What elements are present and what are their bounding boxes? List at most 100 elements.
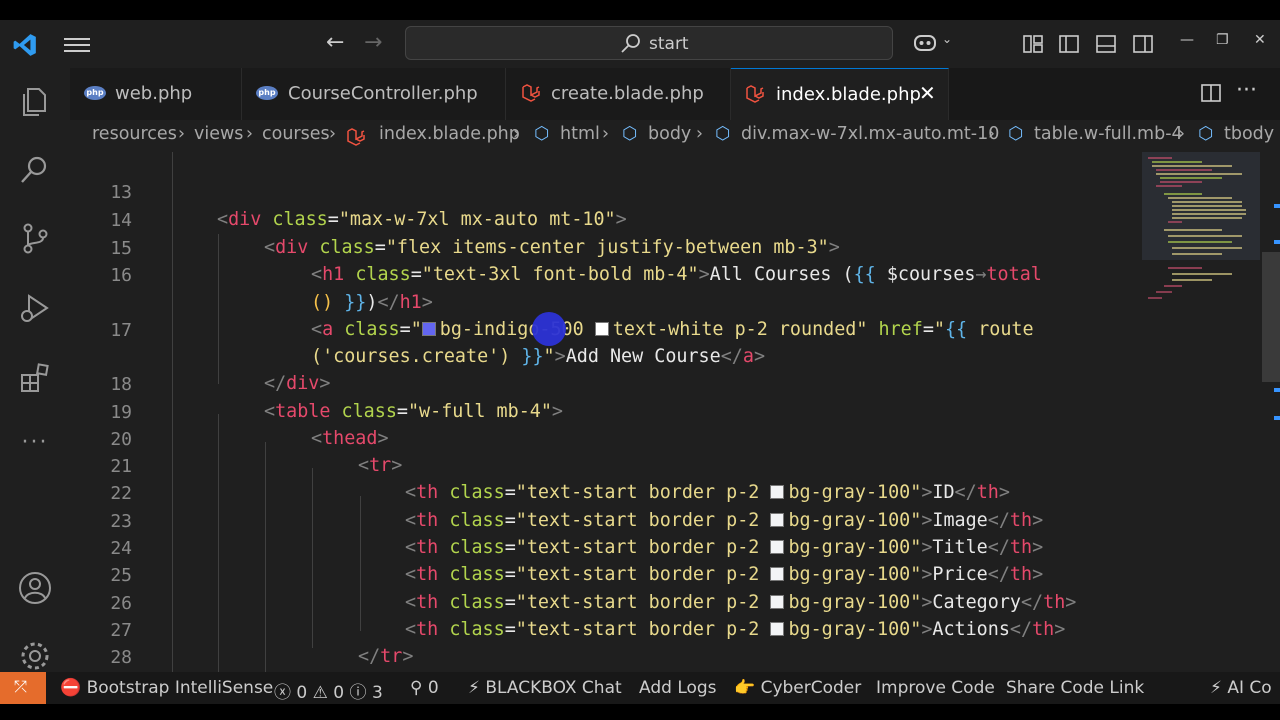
lightning-icon: ⚡ xyxy=(1210,678,1222,698)
line-number: 20 xyxy=(110,429,132,450)
color-swatch-gray[interactable] xyxy=(770,595,785,609)
settings-gear-icon[interactable] xyxy=(17,638,53,674)
tab-index-blade-php[interactable]: index.blade.php ✕ xyxy=(731,68,949,120)
bootstrap-label: Bootstrap IntelliSense xyxy=(86,678,274,698)
vscode-window: ← → start ⌄ — ❐ ✕ ··· php web.php php Co… xyxy=(0,20,1280,704)
more-actions-icon[interactable]: ··· xyxy=(1236,78,1257,103)
close-tab-icon[interactable]: ✕ xyxy=(919,81,936,105)
php-icon: php xyxy=(84,86,106,100)
code-line-22: <th class="text-start border p-2 bg-gray… xyxy=(405,482,1010,503)
more-icon[interactable]: ··· xyxy=(17,430,53,466)
code-line-24: <th class="text-start border p-2 bg-gray… xyxy=(405,537,1044,558)
source-control-icon[interactable] xyxy=(17,220,53,256)
scroll-marker xyxy=(1274,240,1280,244)
color-swatch-gray[interactable] xyxy=(770,513,785,527)
bootstrap-intellisense-item[interactable]: ⛔ Bootstrap IntelliSense xyxy=(60,678,273,698)
line-number: 14 xyxy=(110,210,132,231)
line-number: 15 xyxy=(110,238,132,259)
info-icon: ⓘ xyxy=(349,683,367,703)
lightning-icon: ⚡ xyxy=(468,678,480,698)
editor-tabs: php web.php php CourseController.php cre… xyxy=(70,68,1280,120)
color-swatch-indigo[interactable] xyxy=(421,322,436,336)
breadcrumb-item[interactable]: div.max-w-7xl.mx-auto.mt-10 xyxy=(741,124,999,144)
breadcrumb-item[interactable]: courses xyxy=(262,124,330,144)
tab-web-php[interactable]: php web.php xyxy=(70,68,242,120)
cybercoder-item[interactable]: 👉 CyberCoder xyxy=(734,678,861,698)
color-swatch-white[interactable] xyxy=(594,322,609,336)
minimap[interactable] xyxy=(1142,152,1260,672)
laravel-icon xyxy=(746,85,764,103)
search-sidebar-icon[interactable] xyxy=(17,152,53,188)
search-icon xyxy=(621,34,640,53)
code-line-16-wrap: () }})</h1> xyxy=(311,292,433,313)
breadcrumb-item[interactable]: resources xyxy=(92,124,177,144)
extensions-icon[interactable] xyxy=(17,360,53,396)
tab-create-blade-php[interactable]: create.blade.php xyxy=(506,68,731,120)
scroll-marker xyxy=(1274,388,1280,392)
toggle-primary-sidebar-icon[interactable] xyxy=(1058,33,1080,55)
forward-arrow-icon[interactable]: → xyxy=(364,30,382,55)
indent-guide xyxy=(265,442,266,672)
code-line-17-wrap: ('courses.create') }}">Add New Course</a… xyxy=(311,346,766,367)
laravel-icon xyxy=(347,128,365,146)
breadcrumb-item[interactable]: index.blade.php xyxy=(379,124,520,144)
breadcrumb-item[interactable]: tbody xyxy=(1224,124,1274,144)
color-swatch-gray[interactable] xyxy=(770,540,785,554)
color-swatch-gray[interactable] xyxy=(770,485,785,499)
code-line-18: </div> xyxy=(264,373,331,394)
customize-layout-icon[interactable] xyxy=(1022,33,1044,55)
toggle-panel-icon[interactable] xyxy=(1095,33,1117,55)
ports-item[interactable]: ⚲ 0 xyxy=(410,678,439,698)
symbol-cube-icon: ⬡ xyxy=(715,124,731,144)
breadcrumb-item[interactable]: body xyxy=(648,124,691,144)
color-swatch-gray[interactable] xyxy=(770,622,785,636)
remote-button[interactable]: ⤱ xyxy=(0,672,46,704)
problems-item[interactable]: ⓧ 0 ⚠ 0 ⓘ 3 xyxy=(274,678,383,703)
share-code-link-item[interactable]: Share Code Link xyxy=(1006,678,1144,698)
cybercoder-label: CyberCoder xyxy=(760,678,862,698)
ai-code-item[interactable]: ⚡ AI Co xyxy=(1210,678,1272,698)
tab-coursecontroller-php[interactable]: php CourseController.php xyxy=(242,68,506,120)
menu-icon[interactable] xyxy=(64,34,90,54)
chevron-right-icon: › xyxy=(178,124,185,144)
code-line-14: <div class="max-w-7xl mx-auto mt-10"> xyxy=(217,209,627,230)
minimize-icon[interactable]: — xyxy=(1180,32,1194,48)
code-editor[interactable]: 13 14 15 16 17 18 19 20 21 22 23 24 25 2… xyxy=(70,152,1260,672)
tab-label: index.blade.php xyxy=(776,84,921,105)
breadcrumb-item[interactable]: table.w-full.mb-4 xyxy=(1034,124,1183,144)
command-center-search[interactable]: start xyxy=(405,26,893,60)
code-line-28: </tr> xyxy=(358,646,414,667)
line-number: 22 xyxy=(110,483,132,504)
status-bar: ⤱ ⛔ Bootstrap IntelliSense ⓧ 0 ⚠ 0 ⓘ 3 ⚲… xyxy=(0,672,1280,704)
close-window-icon[interactable]: ✕ xyxy=(1254,32,1266,48)
line-number: 26 xyxy=(110,593,132,614)
code-line-27: <th class="text-start border p-2 bg-gray… xyxy=(405,619,1066,640)
chevron-right-icon: › xyxy=(246,124,253,144)
breadcrumb-item[interactable]: views xyxy=(194,124,243,144)
improve-code-item[interactable]: Improve Code xyxy=(876,678,995,698)
back-arrow-icon[interactable]: ← xyxy=(326,30,344,55)
restore-icon[interactable]: ❐ xyxy=(1216,32,1229,48)
remote-icon: ⤱ xyxy=(14,677,27,696)
tab-label: web.php xyxy=(115,83,193,104)
code-line-21: <tr> xyxy=(358,455,403,476)
scrollbar-thumb[interactable] xyxy=(1262,252,1280,382)
breadcrumb-item[interactable]: html xyxy=(560,124,600,144)
copilot-icon[interactable]: ⌄ xyxy=(912,32,952,56)
split-editor-icon[interactable] xyxy=(1200,82,1222,104)
color-swatch-gray[interactable] xyxy=(770,567,785,581)
chevron-right-icon: › xyxy=(513,124,520,144)
accounts-icon[interactable] xyxy=(17,570,53,606)
explorer-icon[interactable] xyxy=(17,84,53,120)
code-line-17: <a class=" bg-indigo-500 text-white p-2 r… xyxy=(311,319,1034,340)
add-logs-item[interactable]: Add Logs xyxy=(639,678,717,698)
breadcrumb: resources › views › courses › index.blad… xyxy=(70,120,1280,152)
run-debug-icon[interactable] xyxy=(17,290,53,326)
ai-label: AI Co xyxy=(1227,678,1272,698)
toggle-secondary-sidebar-icon[interactable] xyxy=(1132,33,1154,55)
error-count: 0 xyxy=(296,683,308,703)
code-line-19: <table class="w-full mb-4"> xyxy=(264,401,563,422)
chevron-right-icon: › xyxy=(696,124,703,144)
editor-scrollbar[interactable] xyxy=(1260,152,1280,672)
blackbox-chat-item[interactable]: ⚡ BLACKBOX Chat xyxy=(468,678,622,698)
